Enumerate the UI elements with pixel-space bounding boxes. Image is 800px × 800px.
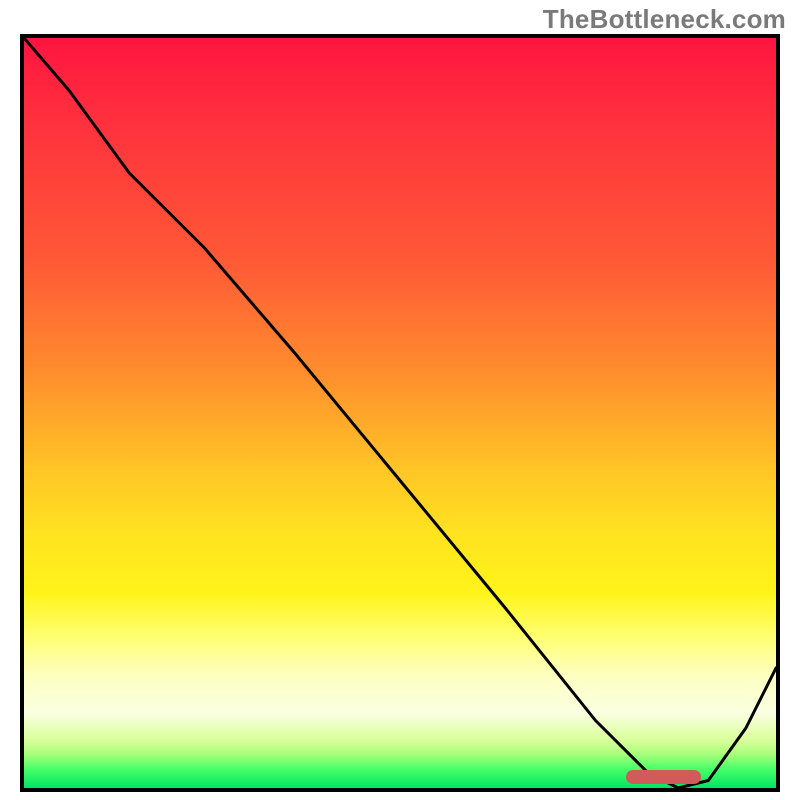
chart-root: TheBottleneck.com bbox=[0, 0, 800, 800]
bottleneck-curve bbox=[24, 38, 776, 788]
optimal-range-marker bbox=[626, 770, 701, 784]
plot-area bbox=[20, 34, 780, 792]
watermark-text: TheBottleneck.com bbox=[543, 4, 786, 35]
